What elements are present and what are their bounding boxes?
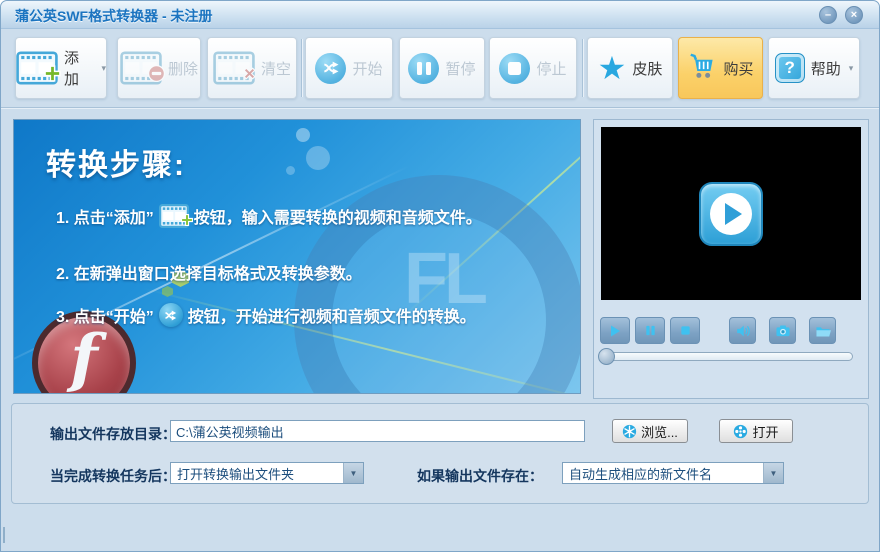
file-exists-label: 如果输出文件存在： (417, 468, 543, 484)
folder-icon (815, 326, 831, 336)
app-window: 蒲公英SWF格式转换器 - 未注册 – × 添加 ▾ 删除 清空 开始 暂停 停… (0, 0, 880, 552)
step1-add-icon (158, 204, 193, 228)
status-bar (1, 505, 879, 551)
minus-badge-icon (147, 64, 166, 88)
stop-button-label: 停止 (536, 60, 567, 78)
player-play-icon (611, 325, 620, 336)
delete-button[interactable]: 删除 (117, 37, 201, 99)
player-play-button[interactable] (600, 317, 630, 344)
help-icon: ? (774, 53, 805, 83)
browse-button-label: 浏览... (641, 424, 678, 440)
bubble-decoration (286, 166, 295, 175)
help-dropdown-icon: ▾ (848, 62, 854, 73)
resize-grip (3, 527, 5, 543)
player-stop-icon (680, 326, 690, 335)
star-icon: ★ (597, 50, 627, 86)
stop-button[interactable]: 停止 (489, 37, 577, 99)
snapshot-button[interactable] (769, 317, 796, 344)
after-task-value: 打开转换输出文件夹 (177, 466, 295, 482)
add-button-label: 添加 (64, 50, 80, 88)
open-folder-button[interactable] (809, 317, 836, 344)
close-icon: × (850, 8, 858, 21)
start-button-label: 开始 (352, 60, 383, 78)
file-exists-value: 自动生成相应的新文件名 (569, 466, 713, 482)
volume-icon (736, 325, 750, 336)
browse-button[interactable]: 浏览... (612, 419, 688, 443)
big-play-button[interactable] (699, 181, 763, 246)
buy-button-label: 购买 (723, 60, 754, 78)
output-dir-input[interactable] (170, 420, 585, 442)
cart-icon (687, 52, 717, 85)
settings-panel: 输出文件存放目录： 浏览... 打开 当完成转换任务后： 打开转换输出文件夹 ▼… (11, 403, 869, 504)
skin-button[interactable]: ★ 皮肤 (587, 37, 673, 99)
bubble-decoration (306, 146, 330, 170)
toolbar-separator (301, 39, 302, 97)
instructions-title: 转换步骤: (46, 149, 186, 182)
clear-button-label: 清空 (260, 60, 291, 78)
film-delete-icon (120, 51, 166, 85)
file-exists-select[interactable]: 自动生成相应的新文件名 ▼ (562, 462, 784, 484)
film-add-icon (16, 51, 61, 85)
player-panel (593, 119, 869, 399)
film-clear-icon (213, 51, 256, 85)
step-2: 2. 在新弹出窗口选择目标格式及转换参数。 (56, 266, 362, 283)
seek-slider-thumb[interactable] (598, 348, 615, 365)
select-arrow-icon: ▼ (763, 463, 783, 483)
aperture-icon (622, 424, 637, 438)
step3-start-icon (158, 303, 183, 327)
plus-badge-icon (43, 64, 62, 88)
bubble-decoration (296, 128, 310, 142)
window-title: 蒲公英SWF格式转换器 - 未注册 (15, 8, 213, 24)
start-shuffle-icon (315, 52, 347, 84)
pause-button[interactable]: 暂停 (399, 37, 485, 99)
stop-icon (499, 52, 531, 84)
plus-badge-icon (180, 213, 194, 232)
pause-button-label: 暂停 (445, 60, 476, 78)
skin-button-label: 皮肤 (632, 60, 663, 78)
toolbar-separator (582, 39, 583, 97)
after-task-select[interactable]: 打开转换输出文件夹 ▼ (170, 462, 364, 484)
step-3: 3. 点击“开始” 按钮，开始进行视频和音频文件的转换。 (56, 303, 476, 327)
x-badge-icon (240, 64, 259, 88)
help-button-label: 帮助 (810, 60, 841, 78)
delete-button-label: 删除 (167, 60, 198, 78)
player-stop-button[interactable] (670, 317, 700, 344)
after-task-label: 当完成转换任务后： (50, 468, 176, 484)
step-1: 1. 点击“添加” 按钮，输入需要转换的视频和音频文件。 (56, 204, 482, 228)
player-pause-icon (645, 325, 655, 336)
clear-button[interactable]: 清空 (207, 37, 297, 99)
buy-button[interactable]: 购买 (678, 37, 763, 99)
video-preview (601, 127, 861, 300)
add-button[interactable]: 添加 ▾ (15, 37, 107, 99)
start-button[interactable]: 开始 (305, 37, 393, 99)
toolbar-divider (1, 107, 879, 108)
pause-icon (408, 52, 440, 84)
camera-icon (775, 325, 790, 336)
output-dir-label: 输出文件存放目录： (50, 426, 176, 442)
volume-button[interactable] (729, 317, 756, 344)
open-button[interactable]: 打开 (719, 419, 793, 443)
minimize-button[interactable]: – (819, 6, 837, 24)
film-reel-icon (734, 424, 748, 438)
select-arrow-icon: ▼ (343, 463, 363, 483)
seek-slider-track[interactable] (603, 352, 853, 361)
close-button[interactable]: × (845, 6, 863, 24)
instructions-panel: FL f 转换步骤: 1. 点击“添加” 按钮，输入需要转换的视频和音频文件。 … (13, 119, 581, 394)
play-triangle-icon (725, 202, 742, 225)
title-bar[interactable]: 蒲公英SWF格式转换器 - 未注册 – × (1, 1, 879, 29)
player-pause-button[interactable] (635, 317, 665, 344)
open-button-label: 打开 (752, 424, 779, 440)
minimize-icon: – (824, 8, 832, 21)
help-button[interactable]: ? 帮助 ▾ (768, 37, 860, 99)
add-dropdown-icon: ▾ (101, 62, 106, 73)
